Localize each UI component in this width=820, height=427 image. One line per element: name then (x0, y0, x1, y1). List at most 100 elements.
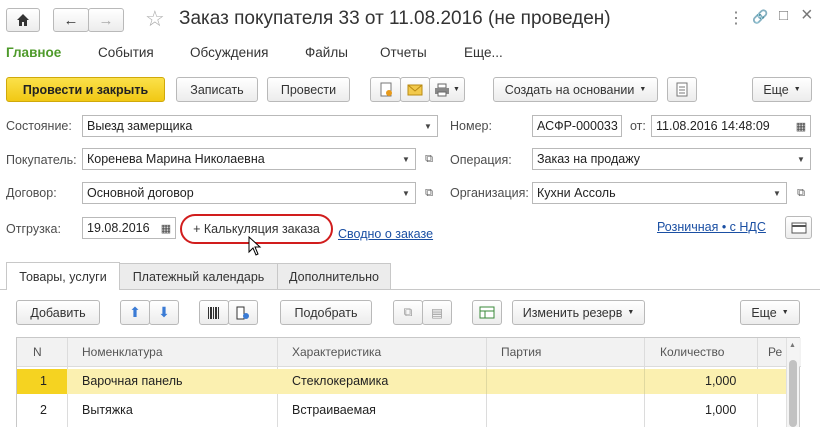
order-summary-link[interactable]: Сводно о заказе (338, 227, 433, 241)
chevron-down-icon: ▼ (639, 86, 647, 93)
organization-field[interactable]: Кухни Ассоль ▼ (532, 182, 787, 204)
paste-rows-button[interactable]: ▤ (422, 300, 452, 325)
column-header-reserve[interactable]: Ре (768, 342, 782, 362)
forward-button[interactable]: → (88, 8, 124, 32)
shipment-date-value: 19.08.2016 (87, 221, 150, 235)
table-more-label: Еще (751, 305, 777, 320)
chevron-down-icon[interactable]: ▼ (419, 116, 437, 136)
nav-reports[interactable]: Отчеты (380, 45, 427, 60)
calculation-link-text: + Калькуляция заказа (193, 222, 320, 236)
row-quantity[interactable]: 1,000 (705, 369, 736, 393)
prices-settings-button[interactable] (785, 216, 812, 239)
write-button[interactable]: Записать (176, 77, 258, 102)
row-number: 1 (40, 374, 47, 388)
row-characteristic[interactable]: Стеклокерамика (292, 369, 388, 393)
table-more-button[interactable]: Еще ▼ (740, 300, 800, 325)
arrow-left-icon: ← (63, 11, 79, 29)
arrow-right-icon: → (98, 11, 114, 29)
row-quantity[interactable]: 1,000 (705, 398, 736, 422)
move-down-button[interactable]: ⬇ (149, 300, 179, 325)
chevron-down-icon[interactable]: ▼ (397, 183, 415, 203)
table-scrollbar[interactable]: ▲ (786, 338, 799, 427)
price-type-link[interactable]: Розничная • с НДС (657, 220, 766, 234)
fill-table-button[interactable] (472, 300, 502, 325)
create-based-on-button[interactable]: Создать на основании ▼ (493, 77, 658, 102)
arrow-down-icon: ⬇ (158, 304, 170, 320)
link-icon[interactable]: 🔗 (752, 9, 768, 25)
date-from-label: от: (630, 119, 646, 133)
row-item[interactable]: Вытяжка (82, 398, 133, 422)
state-field[interactable]: Выезд замерщика ▼ (82, 115, 438, 137)
scroll-up-icon[interactable]: ▲ (789, 342, 796, 349)
document-icon (380, 82, 392, 96)
tab-goods-services[interactable]: Товары, услуги (6, 262, 120, 290)
back-button[interactable]: ← (53, 8, 89, 32)
column-header-n[interactable]: N (33, 342, 42, 362)
document-date-field[interactable]: 11.08.2016 14:48:09 ▦ (651, 115, 811, 137)
toolbar-more-label: Еще (763, 82, 789, 97)
contract-field[interactable]: Основной договор ▼ (82, 182, 416, 204)
nav-more[interactable]: Еще... (464, 45, 503, 60)
add-row-button[interactable]: Добавить (16, 300, 100, 325)
data-collection-icon (236, 306, 249, 319)
buyer-field[interactable]: Коренева Марина Николаевна ▼ (82, 148, 416, 170)
tab-additional[interactable]: Дополнительно (277, 263, 391, 289)
row-characteristic[interactable]: Встраиваемая (292, 398, 376, 422)
close-icon[interactable]: × (801, 4, 813, 27)
barcode-button[interactable] (199, 300, 229, 325)
print-button[interactable]: ▼ (429, 77, 465, 102)
email-button[interactable] (400, 77, 430, 102)
document-structure-button[interactable] (370, 77, 401, 102)
mouse-cursor-icon (248, 236, 262, 256)
tab-payment-calendar[interactable]: Платежный календарь (119, 263, 278, 289)
create-based-on-label: Создать на основании (504, 82, 635, 97)
nav-discussions[interactable]: Обсуждения (190, 45, 268, 60)
change-reserve-button[interactable]: Изменить резерв ▼ (512, 300, 645, 325)
chevron-down-icon[interactable]: ▼ (397, 149, 415, 169)
chevron-down-icon[interactable]: ▼ (792, 149, 810, 169)
column-header-batch[interactable]: Партия (501, 342, 541, 362)
open-organization-icon[interactable]: ⧉ (792, 182, 810, 204)
paste-icon: ▤ (431, 306, 443, 320)
post-button[interactable]: Провести (267, 77, 350, 102)
report-button[interactable] (667, 77, 697, 102)
shipment-date-field[interactable]: 19.08.2016 ▦ (82, 217, 176, 239)
scrollbar-thumb[interactable] (789, 360, 797, 427)
nav-files[interactable]: Файлы (305, 45, 348, 60)
operation-field[interactable]: Заказ на продажу ▼ (532, 148, 811, 170)
column-header-characteristic[interactable]: Характеристика (292, 342, 381, 362)
favorite-star-icon[interactable]: ☆ (145, 6, 165, 32)
row-item[interactable]: Варочная панель (82, 369, 183, 393)
number-value: АСФР-000033 (537, 119, 618, 133)
open-contract-icon[interactable]: ⧉ (420, 182, 438, 204)
shipment-label: Отгрузка: (6, 222, 61, 236)
calendar-icon[interactable]: ▦ (157, 218, 175, 238)
copy-rows-button[interactable]: ⧉ (393, 300, 423, 325)
calendar-icon[interactable]: ▦ (792, 116, 810, 136)
chevron-down-icon: ▼ (453, 86, 460, 93)
open-buyer-icon[interactable]: ⧉ (420, 148, 438, 170)
nav-main[interactable]: Главное (6, 45, 61, 60)
move-up-button[interactable]: ⬆ (120, 300, 150, 325)
pick-button[interactable]: Подобрать (280, 300, 372, 325)
more-menu-icon[interactable]: ⋮ (728, 8, 744, 28)
scan-data-button[interactable] (228, 300, 258, 325)
home-button[interactable] (6, 8, 40, 32)
change-reserve-label: Изменить резерв (522, 305, 623, 320)
chevron-down-icon[interactable]: ▼ (768, 183, 786, 203)
maximize-icon[interactable]: □ (779, 7, 788, 24)
row-number: 2 (40, 403, 47, 417)
chevron-down-icon: ▼ (781, 309, 789, 316)
window-title: Заказ покупателя 33 от 11.08.2016 (не пр… (179, 8, 611, 29)
document-date-value: 11.08.2016 14:48:09 (656, 119, 770, 133)
column-header-quantity[interactable]: Количество (660, 342, 724, 362)
post-and-close-button[interactable]: Провести и закрыть (6, 77, 165, 102)
credit-card-icon (791, 222, 806, 233)
toolbar-more-button[interactable]: Еще ▼ (752, 77, 812, 102)
column-header-item[interactable]: Номенклатура (82, 342, 163, 362)
organization-label: Организация: (450, 186, 529, 200)
number-field[interactable]: АСФР-000033 (532, 115, 622, 137)
nav-events[interactable]: События (98, 45, 154, 60)
operation-value: Заказ на продажу (537, 152, 640, 166)
buyer-label: Покупатель: (6, 153, 77, 167)
